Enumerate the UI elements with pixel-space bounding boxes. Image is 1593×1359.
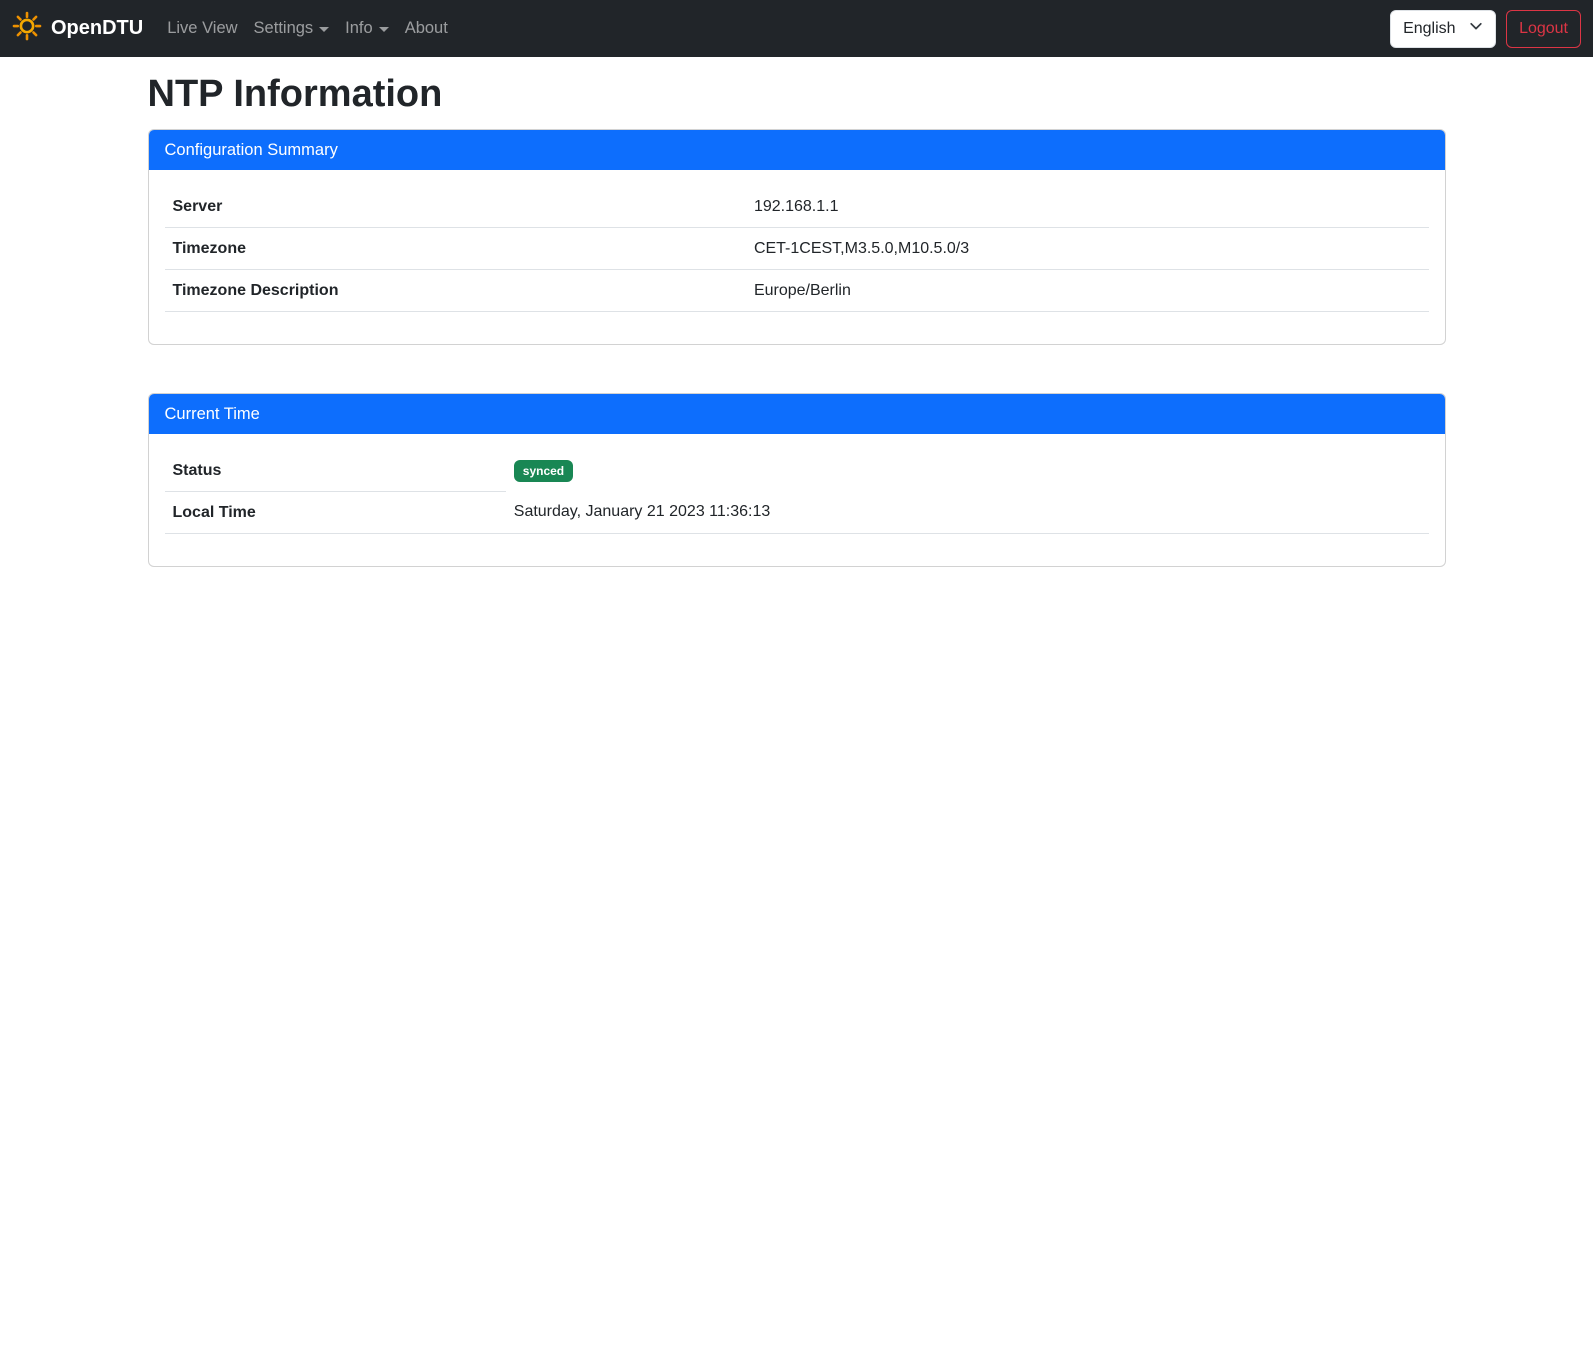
nav-item-settings[interactable]: Settings: [246, 11, 338, 46]
row-label: Status: [165, 450, 506, 492]
language-select[interactable]: English: [1390, 10, 1496, 48]
nav-item-label: About: [405, 19, 448, 38]
brand-link[interactable]: OpenDTU: [12, 11, 143, 47]
current-time-card: Current Time Status synced Local Time Sa…: [148, 393, 1446, 567]
table-row-status: Status synced: [165, 450, 1429, 492]
nav-item-label: Live View: [167, 19, 237, 38]
navbar-right: English Logout: [1390, 10, 1581, 48]
row-label: Server: [165, 186, 746, 228]
card-body: Status synced Local Time Saturday, Janua…: [149, 434, 1445, 566]
row-label: Timezone: [165, 227, 746, 269]
configuration-summary-table: Server 192.168.1.1 Timezone CET-1CEST,M3…: [165, 186, 1429, 312]
row-value: Saturday, January 21 2023 11:36:13: [506, 491, 1429, 533]
navbar: OpenDTU Live View Settings Info About En…: [0, 0, 1593, 57]
status-badge: synced: [514, 460, 573, 482]
row-value: synced: [506, 450, 1429, 492]
nav-item-label: Info: [345, 19, 373, 38]
main-content: NTP Information Configuration Summary Se…: [148, 71, 1446, 567]
row-label: Local Time: [165, 491, 506, 533]
row-value: Europe/Berlin: [746, 269, 1429, 311]
card-header-configuration-summary: Configuration Summary: [149, 130, 1445, 170]
row-value: 192.168.1.1: [746, 186, 1429, 228]
nav-item-label: Settings: [254, 19, 314, 38]
table-row-server: Server 192.168.1.1: [165, 186, 1429, 228]
navbar-left: OpenDTU Live View Settings Info About: [12, 11, 456, 47]
table-row-timezone: Timezone CET-1CEST,M3.5.0,M10.5.0/3: [165, 227, 1429, 269]
nav-item-about[interactable]: About: [397, 11, 456, 46]
logout-button[interactable]: Logout: [1506, 10, 1581, 48]
table-row-local-time: Local Time Saturday, January 21 2023 11:…: [165, 491, 1429, 533]
card-header-current-time: Current Time: [149, 394, 1445, 434]
current-time-table: Status synced Local Time Saturday, Janua…: [165, 450, 1429, 534]
row-value: CET-1CEST,M3.5.0,M10.5.0/3: [746, 227, 1429, 269]
table-row-timezone-description: Timezone Description Europe/Berlin: [165, 269, 1429, 311]
dropdown-caret-icon: [379, 27, 389, 32]
language-select-value: English: [1403, 20, 1455, 38]
nav-links: Live View Settings Info About: [159, 11, 456, 46]
brand-label: OpenDTU: [51, 17, 143, 40]
chevron-down-icon: [1469, 19, 1483, 38]
nav-item-info[interactable]: Info: [337, 11, 397, 46]
sun-logo-icon: [12, 11, 42, 47]
nav-item-live-view[interactable]: Live View: [159, 11, 245, 46]
configuration-summary-card: Configuration Summary Server 192.168.1.1…: [148, 129, 1446, 345]
page-title: NTP Information: [148, 71, 1446, 119]
row-label: Timezone Description: [165, 269, 746, 311]
card-body: Server 192.168.1.1 Timezone CET-1CEST,M3…: [149, 170, 1445, 344]
dropdown-caret-icon: [319, 27, 329, 32]
